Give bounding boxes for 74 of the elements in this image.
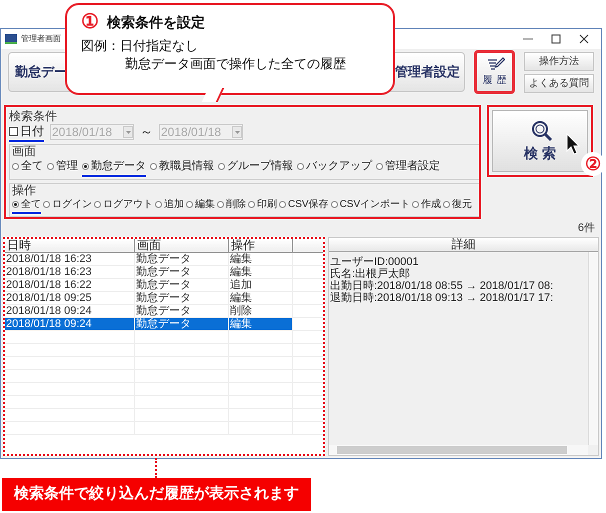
table-row[interactable]: 2018/01/18 16:22 勤怠データ 追加: [5, 279, 293, 291]
radio-option[interactable]: 追加: [155, 196, 184, 214]
radio-option[interactable]: 全て: [12, 158, 43, 176]
table-cell: 2018/01/18 16:22: [5, 279, 135, 291]
table-cell: 2018/01/18 09:25: [5, 292, 135, 304]
radio-option[interactable]: ログイン: [43, 196, 92, 214]
radio-option[interactable]: 編集: [186, 196, 215, 214]
radio-option[interactable]: 復元: [443, 196, 472, 214]
vertical-scrollbar[interactable]: [588, 252, 598, 445]
cursor-icon: [566, 133, 580, 155]
side-button[interactable]: 操作方法: [524, 52, 594, 70]
table-cell: 2018/01/18 09:24: [5, 318, 135, 330]
table-cell: 追加: [229, 279, 293, 291]
column-header[interactable]: 画面: [135, 239, 229, 252]
close-icon[interactable]: [579, 34, 589, 44]
pencil-list-icon: [487, 56, 506, 72]
table-cell: 編集: [229, 253, 293, 265]
radio-option[interactable]: グループ情報: [218, 158, 293, 176]
detail-line: 退勤日時:2018/01/18 09:13 → 2018/01/17 17:: [330, 292, 554, 304]
table-row[interactable]: 2018/01/18 09:25 勤怠データ 編集: [5, 292, 293, 304]
table-cell: 勤怠データ: [135, 318, 229, 330]
radio-option[interactable]: 削除: [217, 196, 246, 214]
column-header[interactable]: 日時: [5, 239, 135, 252]
radio-option[interactable]: 全て: [12, 196, 41, 214]
table-cell: 編集: [229, 318, 293, 330]
radio-option[interactable]: 印刷: [248, 196, 277, 214]
table-cell: 勤怠データ: [135, 279, 229, 291]
app-icon: [5, 34, 17, 44]
table-row[interactable]: 2018/01/18 09:24 勤怠データ 削除: [5, 305, 293, 317]
table-cell: 勤怠データ: [135, 292, 229, 304]
radio-option[interactable]: CSV保存: [279, 196, 329, 214]
detail-line: ユーザーID:00001: [330, 256, 420, 268]
search-icon: [530, 118, 554, 142]
step-number: ①: [81, 11, 99, 33]
column-header[interactable]: 操作: [229, 239, 293, 252]
radio-option[interactable]: 教職員情報: [150, 158, 214, 176]
horizontal-scrollbar[interactable]: [329, 445, 588, 455]
group-title: 検索条件: [9, 109, 58, 123]
table-cell: 勤怠データ: [135, 253, 229, 265]
table-cell: 2018/01/18 16:23: [5, 266, 135, 278]
detail-line: 氏名:出根戸太郎: [330, 268, 412, 280]
column-header: 詳細: [329, 238, 598, 252]
window-title: 管理者画面: [21, 33, 62, 45]
dropdown-arrow-icon: [234, 130, 240, 134]
dropdown-arrow-icon: [126, 130, 130, 134]
table-row[interactable]: 2018/01/18 16:23 勤怠データ 編集: [5, 253, 293, 265]
table-cell: 削除: [229, 305, 293, 317]
history-button[interactable]: 履歴: [474, 50, 515, 94]
result-count: 6件: [578, 220, 595, 236]
table-cell: 2018/01/18 09:24: [5, 305, 135, 317]
table-cell: 編集: [229, 292, 293, 304]
radio-option[interactable]: ログアウト: [94, 196, 153, 214]
callout-text: 勤怠データ画面で操作した全ての履歴: [124, 55, 347, 73]
side-button[interactable]: よくある質問: [524, 74, 594, 92]
table-row[interactable]: 2018/01/18 09:24 勤怠データ 編集: [5, 318, 293, 330]
callout-text: 図例：日付指定なし: [81, 37, 199, 55]
radio-option[interactable]: CSVインポート: [330, 196, 410, 214]
table-cell: 編集: [229, 266, 293, 278]
group-title: 画面: [12, 145, 37, 158]
radio-option[interactable]: 勤怠データ: [82, 158, 146, 176]
footer-note: 検索条件で絞り込んだ履歴が表示されます: [2, 478, 311, 511]
table-cell: 勤怠データ: [135, 266, 229, 278]
table-cell: 2018/01/18 16:23: [5, 253, 135, 265]
table-cell: 勤怠データ: [135, 305, 229, 317]
radio-option[interactable]: 管理: [47, 158, 78, 176]
radio-option[interactable]: バックアップ: [297, 158, 372, 176]
callout-title: 検索条件を設定: [107, 12, 205, 32]
radio-option[interactable]: 管理者設定: [376, 158, 440, 176]
group-title: 操作: [12, 184, 37, 196]
detail-line: 出勤日時:2018/01/18 08:55 → 2018/01/17 08:: [330, 280, 554, 292]
maximize-icon[interactable]: [551, 34, 561, 44]
range-separator: ～: [140, 123, 153, 142]
radio-option[interactable]: 作成: [412, 196, 442, 214]
table-row[interactable]: 2018/01/18 16:23 勤怠データ 編集: [5, 266, 293, 278]
